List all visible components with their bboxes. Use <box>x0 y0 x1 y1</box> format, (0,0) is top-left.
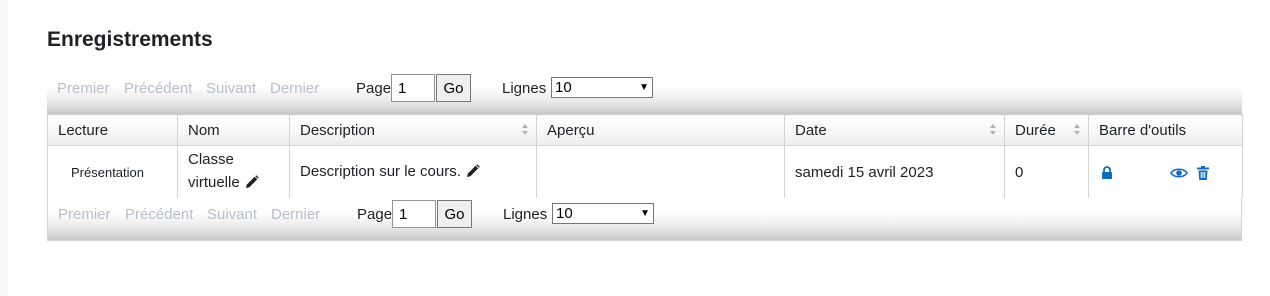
recordings-table-wrapper: Premier Précédent Suivant Dernier Page G… <box>47 72 1243 241</box>
pager-go-button[interactable]: Go <box>436 74 471 102</box>
sort-icon[interactable] <box>522 124 528 136</box>
pager-rows-select[interactable]: 10 ▼ <box>552 203 654 224</box>
pager-rows-select[interactable]: 10 ▼ <box>551 77 653 98</box>
pager-next-link[interactable]: Suivant <box>206 80 256 97</box>
column-header-barre: Barre d'outils <box>1088 114 1243 146</box>
column-header-lecture-label: Lecture <box>58 121 109 139</box>
pager-first-link[interactable]: Premier <box>57 80 110 97</box>
pager-go-button[interactable]: Go <box>437 200 472 228</box>
column-header-description-label: Description <box>300 121 376 139</box>
recording-name-line1: Classe <box>188 151 234 168</box>
pager-first-link[interactable]: Premier <box>58 206 111 223</box>
column-header-barre-label: Barre d'outils <box>1099 121 1187 139</box>
row-toolbar <box>1089 146 1242 198</box>
pager-last-link[interactable]: Dernier <box>270 80 319 97</box>
page: Enregistrements Premier Précédent Suivan… <box>8 0 1270 296</box>
pager-previous-link[interactable]: Précédent <box>125 206 193 223</box>
column-header-duree-label: Durée <box>1015 121 1056 139</box>
recordings-table: Lecture Nom Description Aperçu Date Duré… <box>47 114 1243 198</box>
chevron-down-icon: ▼ <box>639 82 649 93</box>
pager-last-link[interactable]: Dernier <box>271 206 320 223</box>
pager-next-link[interactable]: Suivant <box>207 206 257 223</box>
sort-icon[interactable] <box>990 124 996 136</box>
pager-top: Premier Précédent Suivant Dernier Page G… <box>47 72 1242 114</box>
pager-page-input[interactable] <box>392 200 436 228</box>
pager-page-label: Page <box>356 80 392 97</box>
column-header-date[interactable]: Date <box>784 114 1005 146</box>
edit-name-pencil-icon[interactable] <box>245 173 259 196</box>
eye-icon[interactable] <box>1170 164 1188 187</box>
table-row: Présentation Classe virtuelle Descriptio… <box>47 145 1243 198</box>
sort-icon[interactable] <box>1074 124 1080 136</box>
trash-icon[interactable] <box>1197 164 1209 187</box>
column-header-nom-label: Nom <box>188 121 220 139</box>
pager-previous-link[interactable]: Précédent <box>124 80 192 97</box>
lock-icon[interactable] <box>1101 164 1113 187</box>
column-header-date-label: Date <box>795 121 827 139</box>
pager-bottom: Premier Précédent Suivant Dernier Page G… <box>47 198 1242 241</box>
column-header-apercu-label: Aperçu <box>547 121 595 139</box>
column-header-nom: Nom <box>177 114 290 146</box>
recording-date: samedi 15 avril 2023 <box>795 163 934 181</box>
pager-rows-label: Lignes <box>503 206 548 223</box>
column-header-lecture: Lecture <box>47 114 178 146</box>
cell-nom: Classe virtuelle <box>177 145 290 198</box>
pager-rows-value: 10 <box>555 79 572 96</box>
cell-date: samedi 15 avril 2023 <box>784 145 1005 198</box>
chevron-down-icon: ▼ <box>640 208 650 219</box>
column-header-description[interactable]: Description <box>289 114 537 146</box>
cell-description: Description sur le cours. <box>289 145 537 198</box>
recording-description: Description sur le cours. <box>300 162 461 180</box>
recording-duration: 0 <box>1015 163 1024 181</box>
column-header-apercu: Aperçu <box>536 114 785 146</box>
pager-page-input[interactable] <box>391 74 435 102</box>
column-header-duree[interactable]: Durée <box>1004 114 1089 146</box>
table-header-row: Lecture Nom Description Aperçu Date Duré… <box>47 114 1243 146</box>
pager-rows-value: 10 <box>556 205 573 222</box>
cell-toolbar <box>1088 145 1243 198</box>
cell-duree: 0 <box>1004 145 1089 198</box>
cell-apercu <box>536 145 785 198</box>
recording-name-line2: virtuelle <box>188 174 240 191</box>
edit-description-pencil-icon[interactable] <box>466 162 480 185</box>
playback-link[interactable]: Présentation <box>71 165 144 180</box>
pager-rows-label: Lignes <box>502 80 547 97</box>
cell-lecture[interactable]: Présentation <box>47 145 178 198</box>
page-title: Enregistrements <box>47 28 213 51</box>
pager-page-label: Page <box>357 206 393 223</box>
